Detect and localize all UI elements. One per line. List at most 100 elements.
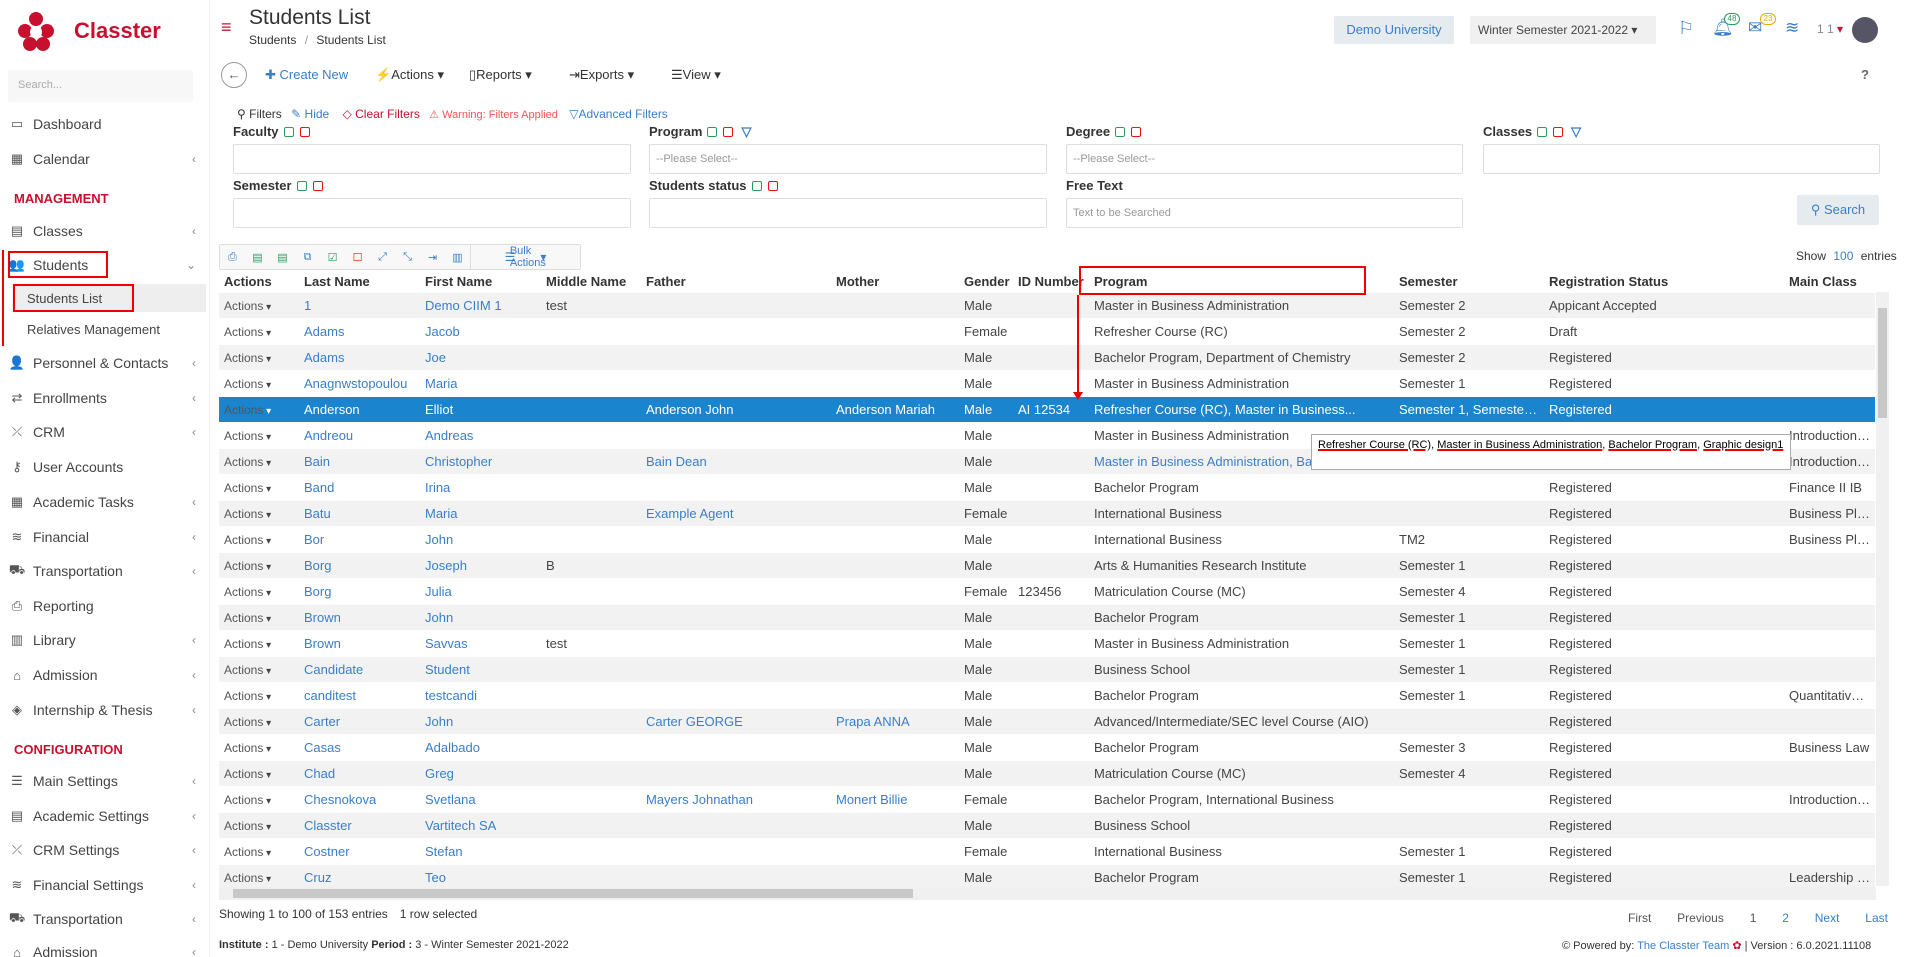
cell-link[interactable]: Irina <box>425 480 450 495</box>
cell-link[interactable]: Mayers Johnathan <box>646 792 753 807</box>
stack-icon[interactable]: ≋ <box>1785 18 1799 38</box>
sidebar-item-crm-settings[interactable]: ⤫ CRM Settings ‹ <box>0 833 208 867</box>
csv-icon[interactable]: ▤ <box>270 245 295 269</box>
cell-link[interactable]: Adams <box>304 324 344 339</box>
cell-link[interactable]: Savvas <box>425 636 468 651</box>
table-row[interactable]: Actions ▾ Classter Vartitech SA Male Busines… <box>219 811 1875 838</box>
row-actions-button[interactable]: Actions <box>224 377 263 391</box>
pager-previous[interactable]: Previous <box>1677 911 1724 925</box>
table-row[interactable]: Actions ▾ Bor John Male International Busine… <box>219 525 1875 552</box>
collapse-icon[interactable]: ⤡ <box>395 245 420 269</box>
cell-link[interactable]: Demo CIIM 1 <box>425 298 502 313</box>
cell-link[interactable]: Vartitech SA <box>425 818 496 833</box>
cell-link[interactable]: Adalbado <box>425 740 480 755</box>
row-actions-button[interactable]: Actions <box>224 819 263 833</box>
sidebar-item-crm[interactable]: ⤫ CRM ‹ <box>0 415 208 449</box>
filter-icon[interactable]: ▽ <box>1571 124 1581 139</box>
clear-filters-link[interactable]: ◇ Clear Filters <box>343 107 420 121</box>
row-actions-button[interactable]: Actions <box>224 299 263 313</box>
row-actions-button[interactable]: Actions <box>224 455 263 469</box>
table-row[interactable]: Actions ▾ Chad Greg Male Matriculation Cours… <box>219 759 1875 786</box>
sidebar-item-financial[interactable]: ≋ Financial ‹ <box>0 520 208 554</box>
table-row[interactable]: Actions ▾ Anagnwstopoulou Maria Male Master … <box>219 369 1875 396</box>
cell-link[interactable]: Anderson <box>304 402 360 417</box>
cell-link[interactable]: Chad <box>304 766 335 781</box>
team-link[interactable]: The Classter Team <box>1637 940 1729 952</box>
cell-link[interactable]: Student <box>425 662 470 677</box>
row-actions-button[interactable]: Actions <box>224 767 263 781</box>
user-menu[interactable]: 1 1 ▾ <box>1817 22 1843 36</box>
copy-icon[interactable]: ⧉ <box>295 245 320 269</box>
columns-icon[interactable]: ▥ <box>445 245 470 269</box>
breadcrumb-students[interactable]: Students <box>249 33 296 47</box>
clear-icon[interactable] <box>312 181 323 191</box>
sidebar-item-main-settings[interactable]: ☰ Main Settings ‹ <box>0 764 208 798</box>
row-actions-button[interactable]: Actions <box>224 351 263 365</box>
cell-link[interactable]: Maria <box>425 506 458 521</box>
row-actions-button[interactable]: Actions <box>224 871 263 885</box>
row-actions-button[interactable]: Actions <box>224 689 263 703</box>
table-row[interactable]: Actions ▾ Band Irina Male Bachelor Program Re… <box>219 473 1875 500</box>
sidebar-item-relatives[interactable]: Relatives Management <box>18 312 198 346</box>
flag-icon[interactable]: ⚐ <box>1678 18 1694 39</box>
column-header[interactable]: Registration Status <box>1544 272 1784 292</box>
students-status-select[interactable] <box>649 198 1047 228</box>
cell-link[interactable]: John <box>425 610 453 625</box>
check-all-icon[interactable] <box>1115 127 1126 137</box>
cell-link[interactable]: Example Agent <box>646 506 733 521</box>
cell-link[interactable]: Master in Business Administration, Ba <box>1094 454 1312 469</box>
cell-link[interactable]: Adams <box>304 350 344 365</box>
row-actions-button[interactable]: Actions <box>224 429 263 443</box>
table-row[interactable]: Actions ▾ Costner Stefan Female Internationa… <box>219 837 1875 864</box>
sidebar-item-transportation[interactable]: ⛟ Transportation ‹ <box>0 554 208 588</box>
sidebar-item-internship[interactable]: ◈ Internship & Thesis ‹ <box>0 693 208 727</box>
clear-icon[interactable] <box>723 127 734 137</box>
row-actions-button[interactable]: Actions <box>224 611 263 625</box>
cell-link[interactable]: Monert Billie <box>836 792 908 807</box>
column-header[interactable]: Father <box>641 272 831 292</box>
row-actions-button[interactable]: Actions <box>224 793 263 807</box>
program-select[interactable]: --Please Select-- <box>649 144 1047 174</box>
cell-link[interactable]: Anagnwstopoulou <box>304 376 407 391</box>
cell-link[interactable]: Band <box>304 480 334 495</box>
cell-link[interactable]: Carter GEORGE <box>646 714 743 729</box>
help-button[interactable]: ? <box>1861 67 1869 82</box>
table-row[interactable]: Actions ▾ Candidate Student Male Business Sc… <box>219 655 1875 682</box>
cell-link[interactable]: Carter <box>304 714 340 729</box>
table-row[interactable]: Actions ▾ Carter John Carter GEORGE Prapa AN… <box>219 707 1875 734</box>
cell-link[interactable]: Anderson John <box>646 402 733 417</box>
excel-icon[interactable]: ▤ <box>245 245 270 269</box>
back-button[interactable]: ← <box>221 62 247 88</box>
sidebar-item-financial-settings[interactable]: ≋ Financial Settings ‹ <box>0 868 208 902</box>
actions-menu[interactable]: ⚡Actions ▾ <box>375 67 444 83</box>
pager-first[interactable]: First <box>1628 911 1651 925</box>
cell-link[interactable]: John <box>425 532 453 547</box>
cell-link[interactable]: 1 <box>304 298 311 313</box>
view-menu[interactable]: ☰View ▾ <box>671 67 721 83</box>
cell-link[interactable]: Anderson Mariah <box>836 402 935 417</box>
reports-menu[interactable]: ▯Reports ▾ <box>469 67 532 83</box>
table-row[interactable]: Actions ▾ Anderson Elliot Anderson John Ande… <box>219 395 1875 422</box>
classter-logo[interactable]: Classter <box>16 10 161 52</box>
clear-icon[interactable] <box>1131 127 1142 137</box>
classes-select[interactable] <box>1483 144 1880 174</box>
table-row[interactable]: Actions ▾ Adams Jacob Female Refresher Cours… <box>219 317 1875 344</box>
row-actions-button[interactable]: Actions <box>224 507 263 521</box>
cell-link[interactable]: Costner <box>304 844 350 859</box>
create-new-button[interactable]: ✚ Create New <box>265 67 348 83</box>
cell-link[interactable]: canditest <box>304 688 356 703</box>
cell-link[interactable]: Candidate <box>304 662 363 677</box>
table-row[interactable]: Actions ▾ Chesnokova Svetlana Mayers Johnat… <box>219 785 1875 812</box>
degree-select[interactable]: --Please Select-- <box>1066 144 1463 174</box>
avatar[interactable] <box>1852 17 1878 43</box>
cell-link[interactable]: Casas <box>304 740 341 755</box>
advanced-filters-link[interactable]: ▽Advanced Filters <box>569 107 668 121</box>
cell-link[interactable]: Teo <box>425 870 446 885</box>
cell-link[interactable]: Brown <box>304 610 341 625</box>
cell-link[interactable]: Elliot <box>425 402 453 417</box>
free-text-input[interactable]: Text to be Searched <box>1066 198 1463 228</box>
table-row[interactable]: Actions ▾ 1 Demo CIIM 1 test Male Master in B… <box>219 291 1875 318</box>
row-actions-button[interactable]: Actions <box>224 663 263 677</box>
row-actions-button[interactable]: Actions <box>224 845 263 859</box>
cell-link[interactable]: Bain <box>304 454 330 469</box>
